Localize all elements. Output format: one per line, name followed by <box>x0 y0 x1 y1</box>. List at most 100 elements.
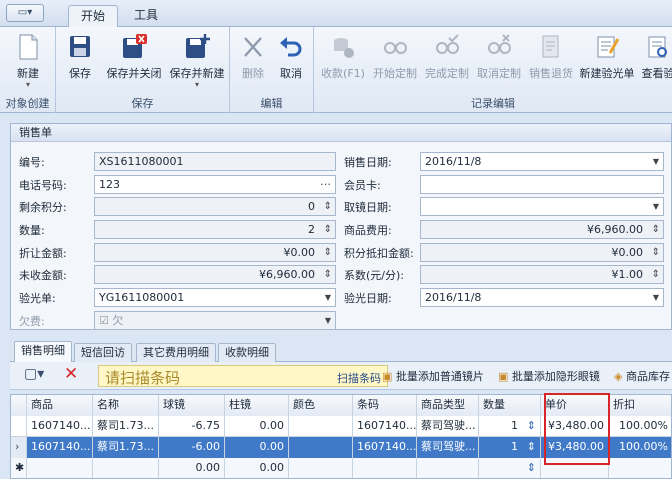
cell-qty[interactable]: 1 ⇕ <box>479 416 541 437</box>
new-button[interactable]: 新建 ▾ <box>6 31 50 91</box>
optometry-select[interactable]: YG1611080001 ▼ <box>94 288 336 307</box>
new-optometry-button[interactable]: 新建验光单 <box>578 31 636 91</box>
goods-fee-value: ¥6,960.00 <box>587 223 643 236</box>
cell-color <box>289 458 353 478</box>
new-document-icon <box>19 34 38 60</box>
scan-button[interactable]: 扫描条码 <box>337 370 381 386</box>
scan-placeholder: 请扫描条码 <box>105 369 181 387</box>
cancel-custom-button[interactable]: 取消定制 <box>474 31 524 91</box>
tab-sales-detail[interactable]: 销售明细 <box>14 341 72 362</box>
new-row-icon[interactable]: ▢▾ <box>24 366 44 382</box>
cell-sphere: 0.00 <box>159 458 225 478</box>
spin-icon[interactable]: ⇕ <box>527 437 536 457</box>
spin-icon[interactable]: ⇕ <box>324 198 332 215</box>
undo-icon <box>280 37 302 57</box>
cancel-button[interactable]: 取消 <box>274 31 308 91</box>
column-header[interactable]: 商品 <box>27 395 93 416</box>
cell-color[interactable] <box>289 437 353 458</box>
cell-color[interactable] <box>289 416 353 437</box>
column-header[interactable]: 柱镜 <box>225 395 289 416</box>
cell-sphere[interactable]: -6.75 <box>159 416 225 437</box>
ellipsis-icon[interactable]: … <box>320 176 331 190</box>
cell-type[interactable]: 蔡司驾驶... <box>417 416 479 437</box>
app-menu-button[interactable]: ▭▾ <box>6 4 44 22</box>
spin-icon[interactable]: ⇕ <box>652 221 660 238</box>
column-header[interactable]: 商品类型 <box>417 395 479 416</box>
view-optometry-button[interactable]: 查看验 <box>638 31 672 91</box>
quantity-field[interactable]: 2 ⇕ <box>94 220 336 239</box>
points-left-field[interactable]: 0 ⇕ <box>94 197 336 216</box>
finish-custom-button[interactable]: 完成定制 <box>422 31 472 91</box>
start-custom-button[interactable]: 开始定制 <box>370 31 420 91</box>
chevron-down-icon[interactable]: ▼ <box>653 153 659 170</box>
cell-discount[interactable]: 100.00% <box>609 437 671 458</box>
unpaid-field[interactable]: ¥6,960.00 ⇕ <box>94 265 336 284</box>
order-no-field[interactable]: XS1611080001 <box>94 152 336 171</box>
column-header[interactable]: 数量 <box>479 395 541 416</box>
goods-fee-field[interactable]: ¥6,960.00 ⇕ <box>420 220 664 239</box>
cell-type[interactable]: 蔡司驾驶... <box>417 437 479 458</box>
glasses-check-icon <box>436 34 459 54</box>
cell-sphere[interactable]: -6.00 <box>159 437 225 458</box>
spin-icon[interactable]: ⇕ <box>527 416 536 436</box>
points-deduct-field[interactable]: ¥0.00 ⇕ <box>420 243 664 262</box>
collect-button[interactable]: 收款(F1) <box>318 31 368 91</box>
column-header[interactable]: 条码 <box>353 395 417 416</box>
pickup-date-field[interactable]: ▼ <box>420 197 664 216</box>
price-column-highlight <box>544 393 610 465</box>
spin-icon[interactable]: ⇕ <box>324 221 332 238</box>
sales-return-label: 销售退货 <box>529 67 573 80</box>
save-new-button[interactable]: 保存并新建 ▾ <box>168 31 226 91</box>
batch-contact-lens-button[interactable]: ▣ 批量添加隐形眼镜 <box>498 368 600 384</box>
delete-row-icon[interactable]: ✕ <box>64 364 78 384</box>
chevron-down-icon[interactable]: ▼ <box>325 289 331 306</box>
sales-return-button[interactable]: 销售退货 <box>526 31 576 91</box>
chevron-down-icon[interactable]: ▼ <box>325 312 331 329</box>
chevron-down-icon[interactable]: ▼ <box>653 289 659 306</box>
tab-other-fees[interactable]: 其它费用明细 <box>136 343 216 362</box>
discount-amount-field[interactable]: ¥0.00 ⇕ <box>94 243 336 262</box>
cell-name[interactable]: 蔡司1.73... <box>93 416 159 437</box>
delete-button[interactable]: 删除 <box>236 31 270 91</box>
sale-date-field[interactable]: 2016/11/8 ▼ <box>420 152 664 171</box>
barcode-scan-input[interactable]: 请扫描条码 扫描条码 <box>98 365 388 387</box>
column-header[interactable]: 名称 <box>93 395 159 416</box>
optometry-date-field[interactable]: 2016/11/8 ▼ <box>420 288 664 307</box>
spin-icon[interactable]: ⇕ <box>652 266 660 283</box>
phone-field[interactable]: 123… <box>94 175 336 194</box>
save-close-button[interactable]: 保存并关闭 <box>102 31 166 91</box>
owed-select[interactable]: ☑ 欠 ▼ <box>94 311 336 330</box>
tab-home[interactable]: 开始 <box>68 5 119 27</box>
spin-icon[interactable]: ⇕ <box>324 244 332 261</box>
sale-date-value: 2016/11/8 <box>425 155 482 168</box>
batch-normal-lens-button[interactable]: ▣ 批量添加普通镜片 <box>382 368 484 384</box>
spin-icon[interactable]: ⇕ <box>324 266 332 283</box>
cell-barcode[interactable]: 1607140... <box>353 437 417 458</box>
chevron-down-icon[interactable]: ▼ <box>653 198 659 215</box>
cell-cylinder[interactable]: 0.00 <box>225 416 289 437</box>
glasses-cancel-icon <box>488 34 511 54</box>
cell-barcode[interactable]: 1607140... <box>353 416 417 437</box>
tab-sms-followup[interactable]: 短信回访 <box>74 343 132 362</box>
ribbon-tab-bar: ▭▾ 开始 工具 <box>0 0 672 27</box>
glasses-icon <box>384 42 407 54</box>
tab-payment-detail[interactable]: 收款明细 <box>218 343 276 362</box>
spin-icon[interactable]: ⇕ <box>652 244 660 261</box>
owed-value: 欠 <box>112 314 124 327</box>
save-button[interactable]: 保存 <box>62 31 98 91</box>
column-header[interactable]: 颜色 <box>289 395 353 416</box>
cell-product[interactable]: 1607140... <box>27 437 93 458</box>
column-header[interactable]: 球镜 <box>159 395 225 416</box>
column-header[interactable]: 折扣 <box>609 395 671 416</box>
stock-button[interactable]: ◈ 商品库存 <box>614 368 670 384</box>
cell-cylinder[interactable]: 0.00 <box>225 437 289 458</box>
coefficient-field[interactable]: ¥1.00 ⇕ <box>420 265 664 284</box>
detail-tab-bar: 销售明细 短信回访 其它费用明细 收款明细 <box>10 341 672 362</box>
cell-discount[interactable]: 100.00% <box>609 416 671 437</box>
cell-qty[interactable]: 1 ⇕ <box>479 437 541 458</box>
cell-product[interactable]: 1607140... <box>27 416 93 437</box>
tab-tools[interactable]: 工具 <box>122 5 170 27</box>
member-card-field[interactable] <box>420 175 664 194</box>
cell-name[interactable]: 蔡司1.73... <box>93 437 159 458</box>
goods-fee-label: 商品费用: <box>344 224 392 237</box>
